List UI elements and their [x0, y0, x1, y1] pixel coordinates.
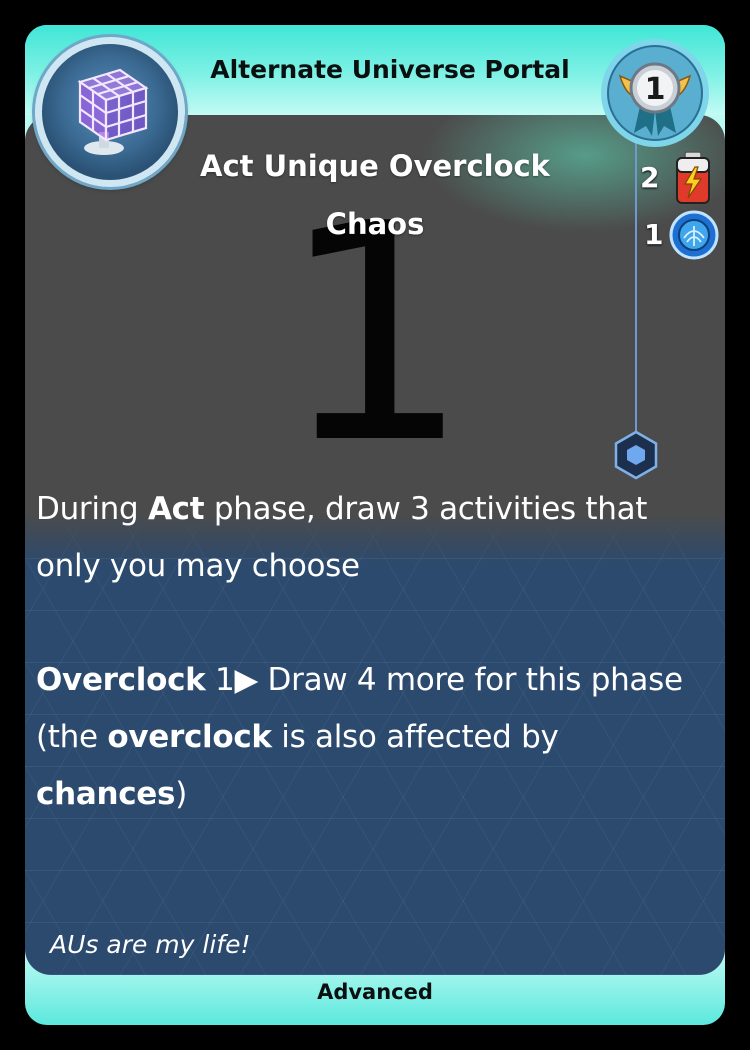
- rarity-label: Advanced: [317, 980, 433, 1004]
- card-tags: Act Unique Overclock Chaos: [145, 137, 605, 253]
- keyword-overclock: Overclock: [36, 662, 206, 698]
- portal-cube-icon: [35, 37, 185, 187]
- play-arrow-icon: ▶: [234, 662, 258, 698]
- keyword-act: Act: [147, 491, 205, 527]
- card-title: Alternate Universe Portal: [210, 55, 570, 84]
- tags-line-1: Act Unique Overclock: [200, 149, 550, 183]
- flavor-text: AUs are my life!: [50, 930, 251, 959]
- keyword-overclock-inline: overclock: [107, 719, 272, 755]
- cost-value-1: 2: [640, 161, 660, 194]
- blue-token-icon: [669, 210, 719, 260]
- battery-icon: [676, 151, 710, 204]
- cost-value-2: 1: [644, 218, 664, 251]
- keyword-chances: chances: [36, 776, 176, 812]
- tags-line-2: Chaos: [325, 207, 425, 241]
- hexagon-icon: [614, 430, 658, 480]
- divider-line: [635, 143, 637, 433]
- rules-text: During Act phase, draw 3 activities that…: [36, 481, 716, 823]
- rules-paragraph-2: Overclock 1▶ Draw 4 more for this phase …: [36, 662, 683, 812]
- level-number: 1: [645, 72, 666, 107]
- game-card[interactable]: Alternate Universe Portal 1 Act Unique O…: [25, 25, 725, 1025]
- rules-paragraph-1: During Act phase, draw 3 activities that…: [36, 491, 648, 584]
- level-medal-icon: 1: [601, 39, 709, 147]
